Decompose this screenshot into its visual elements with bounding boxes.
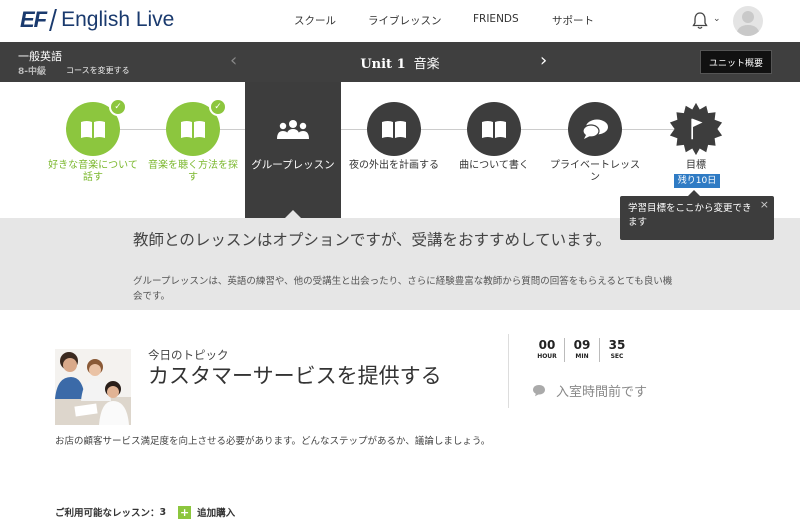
check-icon: ✓ (109, 98, 127, 116)
bell-icon[interactable] (692, 12, 708, 30)
goal-tooltip: 学習目標をここから変更できます × (620, 190, 774, 240)
timer-seconds-label: SEC (610, 353, 624, 360)
plus-icon[interactable]: + (178, 505, 192, 519)
step-circle (367, 102, 421, 156)
topic-kicker: 今日のトピック (148, 348, 229, 362)
step-circle (467, 102, 521, 156)
step-favorite-music[interactable]: ✓ 好きな音楽について話す (45, 82, 141, 218)
tooltip-text: 学習目標をここから変更できます (628, 203, 752, 228)
entry-status: 入室時間前です (532, 381, 647, 400)
step-circle (266, 102, 320, 156)
step-label: グループレッスン (251, 159, 335, 171)
book-icon (81, 121, 105, 138)
step-label: 音楽を聴く方法を探す (148, 160, 238, 183)
chevron-right-icon[interactable]: › (540, 50, 547, 71)
step-plan-night-out[interactable]: 夜の外出を計画する (346, 82, 442, 218)
days-left-badge: 残り10日 (674, 174, 720, 188)
topic-description: お店の顧客サービス満足度を向上させる必要があります。どんなステップがあるか、議論… (55, 436, 491, 447)
nav-live-lessons[interactable]: ライブレッスン (368, 13, 442, 28)
nav-links: スクール ライブレッスン FRIENDS サポート (0, 13, 800, 29)
lessons-label: ご利用可能なレッスン： (55, 508, 160, 519)
topic-title: カスタマーサービスを提供する (148, 364, 442, 388)
step-circle (669, 102, 723, 156)
step-label: 曲について書く (459, 160, 529, 171)
book-icon (181, 121, 205, 138)
timer-seconds: 35 SEC (600, 338, 634, 362)
status-text: 入室時間前です (556, 385, 648, 400)
avatar[interactable] (733, 6, 763, 36)
unit-number: Unit 1 (360, 57, 406, 72)
step-label: 好きな音楽について話す (48, 160, 138, 183)
chat-bubble-icon (533, 385, 545, 397)
nav-support[interactable]: サポート (552, 13, 594, 28)
info-title: 教師とのレッスンはオプションですが、受講をおすすめしています。 (133, 231, 612, 249)
step-label: 目標 (686, 160, 706, 171)
timer-minutes: 09 MIN (565, 338, 599, 362)
info-description: グループレッスンは、英語の練習や、他の受講生と出会ったり、さらに経験豊富な教師か… (133, 276, 673, 302)
timer-minutes-label: MIN (575, 353, 589, 360)
available-lessons: ご利用可能なレッスン： 3 + 追加購入 (55, 505, 235, 519)
chevron-down-icon[interactable]: ⌄ (713, 14, 721, 24)
chat-icon (582, 119, 608, 139)
unit-bar: 一般英語 8-中級 コースを変更する ‹ Unit 1 音楽 › (0, 42, 800, 82)
timer-hours-value: 00 (538, 338, 556, 352)
nav-school[interactable]: スクール (294, 13, 336, 28)
timer-hours: 00 HOUR (530, 338, 564, 362)
step-find-music[interactable]: ✓ 音楽を聴く方法を探す (145, 82, 241, 218)
topic-photo (55, 349, 131, 425)
lessons-count: 3 (159, 506, 167, 518)
timer-seconds-value: 35 (608, 338, 626, 352)
active-pointer (285, 210, 301, 218)
nav-friends[interactable]: FRIENDS (473, 13, 519, 25)
step-group-lesson[interactable]: グループレッスン (245, 82, 341, 218)
step-circle (568, 102, 622, 156)
vertical-divider (508, 334, 509, 408)
goal-badge-icon (669, 102, 723, 156)
timer-hours-label: HOUR (537, 353, 557, 360)
check-icon: ✓ (209, 98, 227, 116)
book-icon (382, 121, 406, 138)
group-icon (277, 120, 309, 139)
book-icon (482, 121, 506, 138)
unit-name: 音楽 (413, 57, 440, 72)
timer-minutes-value: 09 (573, 338, 591, 352)
close-icon[interactable]: × (760, 198, 769, 212)
step-label: 夜の外出を計画する (349, 160, 439, 171)
unit-title: Unit 1 音楽 (0, 53, 800, 72)
unit-overview-button[interactable]: ユニット概要 (700, 50, 772, 74)
top-navigation: EF English Live スクール ライブレッスン FRIENDS サポー… (0, 0, 800, 42)
buy-more-link[interactable]: 追加購入 (197, 505, 235, 519)
step-label: プライベートレッスン (550, 160, 640, 183)
step-write-about-song[interactable]: 曲について書く (446, 82, 542, 218)
